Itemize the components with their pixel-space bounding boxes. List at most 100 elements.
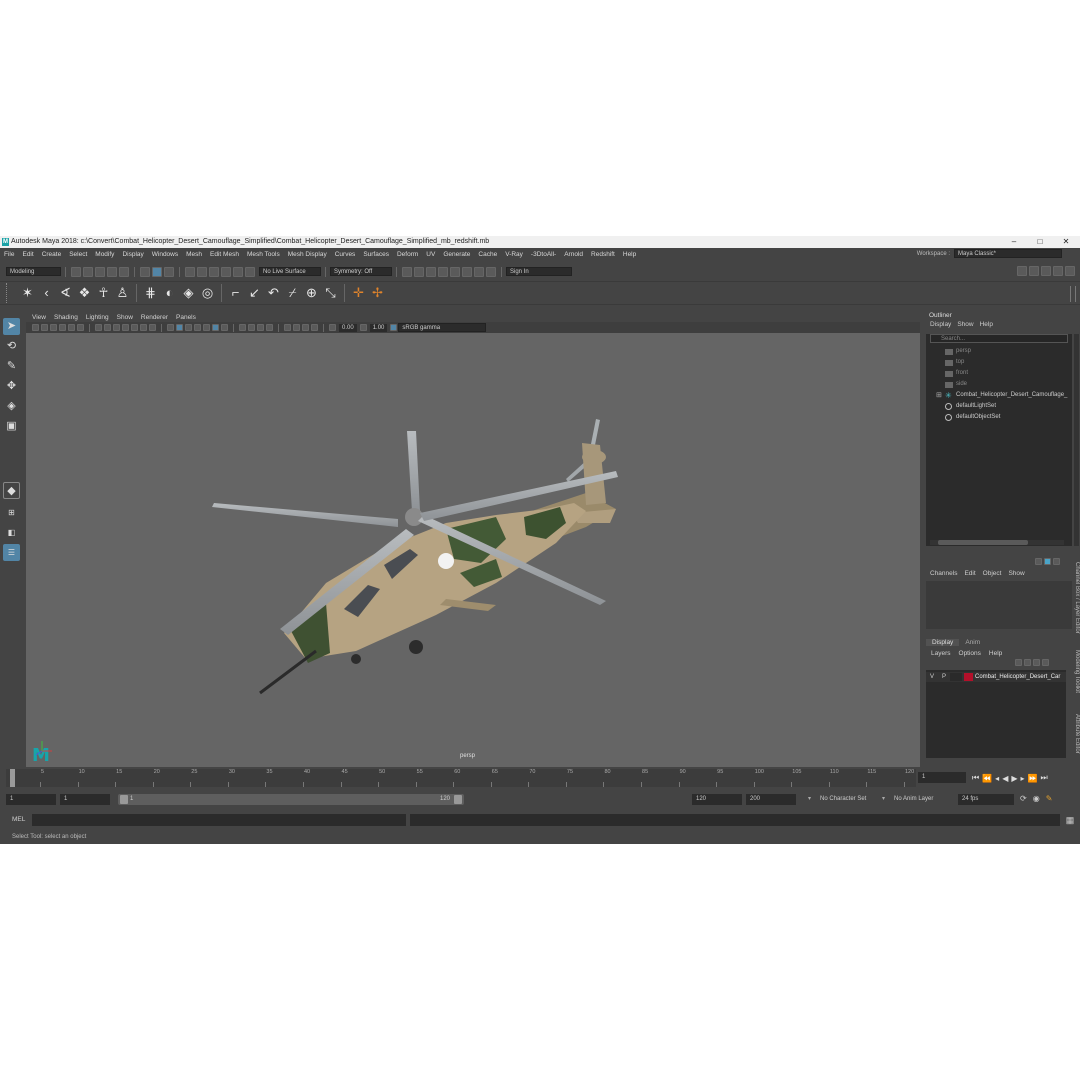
select-camera-icon[interactable]: [32, 324, 39, 331]
gate-mask-icon[interactable]: [122, 324, 129, 331]
curve-cv-icon[interactable]: ⌐: [228, 285, 244, 301]
color-space-dropdown[interactable]: sRGB gamma: [398, 323, 487, 332]
outliner-menu-help[interactable]: Help: [980, 321, 993, 328]
channel-toggle-icon[interactable]: [1035, 558, 1042, 565]
channel-toggle-icon[interactable]: [1044, 558, 1051, 565]
outliner-item-side[interactable]: side: [956, 381, 967, 387]
depth-of-field-icon[interactable]: [266, 324, 273, 331]
menu-display[interactable]: Display: [122, 251, 143, 258]
lattice-icon[interactable]: ⌿: [285, 285, 301, 301]
outliner-item-persp[interactable]: persp: [956, 348, 971, 354]
orient-constraint-icon[interactable]: ✢: [370, 285, 386, 301]
layer-menu-help[interactable]: Help: [989, 650, 1002, 657]
new-layer-selected-icon[interactable]: [1042, 659, 1049, 666]
color-management-icon[interactable]: [390, 324, 398, 331]
render-current-icon[interactable]: [402, 266, 412, 277]
smooth-shade-icon[interactable]: [176, 324, 183, 331]
grease-pencil-icon[interactable]: [77, 324, 84, 331]
menu-mesh-display[interactable]: Mesh Display: [288, 251, 327, 258]
loop-icon[interactable]: ⟳: [1020, 794, 1027, 803]
menu-curves[interactable]: Curves: [335, 251, 356, 258]
gamma-icon[interactable]: [359, 324, 367, 331]
menu-help[interactable]: Help: [623, 251, 636, 258]
new-scene-icon[interactable]: [71, 266, 81, 277]
render-view-icon[interactable]: [450, 266, 460, 277]
select-hierarchy-icon[interactable]: [140, 266, 150, 277]
new-empty-layer-icon[interactable]: [1033, 659, 1040, 666]
channel-box-icon[interactable]: [1053, 266, 1063, 276]
menu-mesh-tools[interactable]: Mesh Tools: [247, 251, 280, 258]
menu-3dtoall[interactable]: -3DtoAll-: [531, 251, 556, 258]
range-end-handle[interactable]: [454, 795, 462, 804]
step-forward-key-icon[interactable]: ⏩: [1028, 774, 1038, 783]
lasso-tool-icon[interactable]: ⟲: [3, 338, 20, 355]
outliner-v-scrollbar[interactable]: [1074, 334, 1079, 546]
wireframe-on-shaded-icon[interactable]: [194, 324, 201, 331]
ambient-occlusion-icon[interactable]: [239, 324, 246, 331]
cube-mesh-icon[interactable]: ◈: [181, 285, 197, 301]
use-all-lights-icon[interactable]: [212, 324, 219, 331]
current-frame-field[interactable]: 1: [918, 772, 966, 783]
tab-channel-box-layer-editor[interactable]: Channel Box / Layer Editor: [1070, 562, 1080, 634]
outliner-item-helicopter[interactable]: Combat_Helicopter_Desert_Camouflage_: [956, 392, 1067, 398]
command-language-label[interactable]: MEL: [12, 816, 25, 823]
rotate-tool-icon[interactable]: ◈: [3, 398, 20, 415]
move-layer-down-icon[interactable]: [1024, 659, 1031, 666]
shadows-icon[interactable]: [221, 324, 228, 331]
outliner-item-default-object-set[interactable]: defaultObjectSet: [956, 414, 1000, 420]
play-forward-icon[interactable]: ▶: [1011, 774, 1017, 783]
tab-attribute-editor[interactable]: Attribute Editor: [1070, 714, 1080, 754]
menu-mesh[interactable]: Mesh: [186, 251, 202, 258]
multisample-aa-icon[interactable]: [257, 324, 264, 331]
sign-in-button[interactable]: Sign In: [506, 267, 572, 276]
four-view-layout-icon[interactable]: ⊞: [3, 504, 20, 521]
two-d-pan-icon[interactable]: [68, 324, 75, 331]
step-back-key-icon[interactable]: ⏪: [982, 774, 992, 783]
snap-point-icon[interactable]: [209, 266, 219, 277]
layer-row[interactable]: V P Combat_Helicopter_Desert_Car: [926, 672, 1066, 682]
single-perspective-layout-icon[interactable]: ◆: [3, 482, 20, 499]
auto-key-icon[interactable]: ◉: [1033, 794, 1040, 803]
play-backward-icon[interactable]: ◀: [1002, 774, 1008, 783]
channel-menu-channels[interactable]: Channels: [930, 570, 957, 577]
gamma-field[interactable]: 1.00: [369, 323, 388, 332]
pause-icon[interactable]: [486, 266, 496, 277]
human-ik-icon[interactable]: ☥: [96, 285, 112, 301]
layer-menu-layers[interactable]: Layers: [931, 650, 951, 657]
move-tool-icon[interactable]: ✥: [3, 378, 20, 395]
fps-dropdown[interactable]: 24 fps: [958, 794, 1014, 805]
default-material-icon[interactable]: [185, 324, 192, 331]
menu-cache[interactable]: Cache: [478, 251, 497, 258]
snap-view-plane-icon[interactable]: [221, 266, 231, 277]
menu-file[interactable]: File: [4, 251, 14, 258]
wire-icon[interactable]: ⤡: [323, 285, 339, 301]
xray-components-icon[interactable]: [311, 324, 318, 331]
layer-color-swatch[interactable]: [964, 673, 973, 681]
outliner-item-default-light-set[interactable]: defaultLightSet: [956, 403, 996, 409]
outliner-menu-display[interactable]: Display: [930, 321, 951, 328]
live-surface-field[interactable]: No Live Surface: [259, 267, 321, 276]
playback-start-field[interactable]: 1: [60, 794, 110, 805]
create-joint-icon[interactable]: ✶: [20, 285, 36, 301]
go-to-start-icon[interactable]: ⏮: [972, 773, 979, 783]
xray-joints-icon[interactable]: [302, 324, 309, 331]
sphere-mesh-icon[interactable]: ◎: [200, 285, 216, 301]
character-set-dropdown[interactable]: No Character Set: [816, 794, 876, 805]
outliner-menu-show[interactable]: Show: [957, 321, 973, 328]
wireframe-icon[interactable]: [167, 324, 174, 331]
outliner-toggle-icon[interactable]: [1065, 266, 1075, 276]
exposure-field[interactable]: 0.00: [339, 323, 357, 332]
image-plane-icon[interactable]: [59, 324, 66, 331]
menu-select[interactable]: Select: [69, 251, 87, 258]
camera-attributes-icon[interactable]: [41, 324, 48, 331]
outliner-item-front[interactable]: front: [956, 370, 968, 376]
cluster-icon[interactable]: ⊕: [304, 285, 320, 301]
snap-curve-icon[interactable]: [197, 266, 207, 277]
paint-weights-icon[interactable]: ◐: [162, 285, 178, 301]
motion-blur-icon[interactable]: [248, 324, 255, 331]
anim-layer-dropdown[interactable]: No Anim Layer: [890, 794, 950, 805]
animation-end-field[interactable]: 200: [746, 794, 796, 805]
menu-deform[interactable]: Deform: [397, 251, 418, 258]
persp-outliner-layout-icon[interactable]: ◧: [3, 524, 20, 541]
render-settings-icon[interactable]: [426, 266, 436, 277]
